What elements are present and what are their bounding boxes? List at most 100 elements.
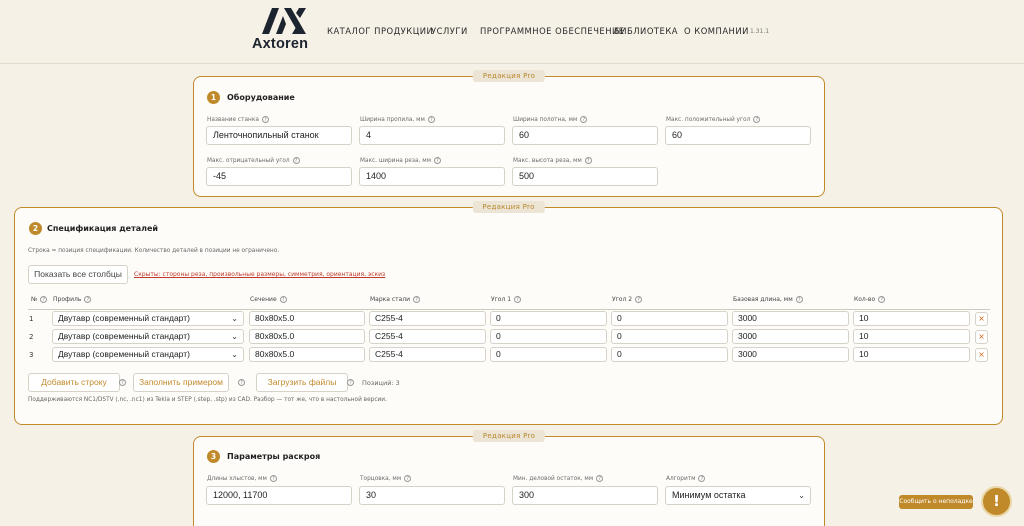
help-icon[interactable]: ?	[514, 296, 522, 303]
steel-grade-input[interactable]: C255-4	[369, 329, 486, 344]
help-icon[interactable]: ?	[238, 379, 245, 386]
help-icon[interactable]: ?	[413, 296, 421, 303]
alert-icon[interactable]: !	[981, 486, 1012, 517]
profile-select[interactable]: Двутавр (современный стандарт) ⌄	[52, 329, 244, 344]
logo-mark-icon	[262, 8, 306, 34]
base-length-input[interactable]: 3000	[732, 347, 849, 362]
help-icon[interactable]: ?	[795, 296, 803, 303]
column-header-steel: Марка стали?	[370, 296, 421, 303]
version-label: 1.31.1	[750, 28, 770, 35]
delete-row-button[interactable]: ×	[975, 312, 988, 326]
nav-catalog[interactable]: КАТАЛОГ ПРОДУКЦИИ	[327, 26, 433, 36]
steel-grade-input[interactable]: C255-4	[369, 347, 486, 362]
steel-grade-input[interactable]: C255-4	[369, 311, 486, 326]
hidden-columns-link[interactable]: Скрыты: стороны реза, произвольные разме…	[134, 271, 385, 278]
angle1-input[interactable]: 0	[490, 311, 607, 326]
field-label: Мин. деловой остаток, мм?	[513, 475, 604, 482]
kerf-width-input[interactable]: 4	[359, 126, 505, 145]
help-icon[interactable]: ?	[269, 475, 277, 482]
section-input[interactable]: 80x80x5.0	[249, 347, 365, 362]
section-input[interactable]: 80x80x5.0	[249, 329, 365, 344]
field-label: Длины хлыстов, мм?	[207, 475, 277, 482]
machine-name-input[interactable]: Ленточнопильный станок	[206, 126, 352, 145]
supported-formats-hint: Поддерживаются NC1/DSTV (.nc, .nc1) из T…	[28, 397, 387, 403]
chevron-down-icon: ⌄	[231, 332, 238, 341]
row-number: 2	[29, 333, 34, 341]
help-icon[interactable]: ?	[261, 116, 269, 123]
pro-badge: Редакция Pro	[472, 201, 545, 213]
step-number: 2	[29, 222, 42, 235]
help-icon[interactable]: ?	[279, 296, 287, 303]
nav-software[interactable]: ПРОГРАММНОЕ ОБЕСПЕЧЕНИЕ	[480, 26, 625, 36]
field-label: Макс. отрицательный угол?	[207, 157, 300, 164]
help-icon[interactable]: ?	[580, 116, 588, 123]
row-number: 3	[29, 351, 34, 359]
specification-card: Редакция Pro 2 Спецификация деталей Стро…	[14, 201, 1003, 425]
quantity-input[interactable]: 10	[853, 329, 970, 344]
report-issue-button[interactable]: Сообщить о неполадке	[899, 495, 973, 509]
angle2-input[interactable]: 0	[611, 347, 728, 362]
help-icon[interactable]: ?	[84, 296, 92, 303]
help-icon[interactable]: ?	[292, 157, 300, 164]
angle1-input[interactable]: 0	[490, 347, 607, 362]
fill-example-button[interactable]: Заполнить примером	[133, 373, 229, 392]
help-icon[interactable]: ?	[347, 379, 354, 386]
stock-lengths-input[interactable]: 12000, 11700	[206, 486, 352, 505]
help-icon[interactable]: ?	[40, 296, 48, 303]
blade-width-input[interactable]: 60	[512, 126, 658, 145]
algorithm-select[interactable]: Минимум остатка ⌄	[665, 486, 811, 505]
max-cut-height-input[interactable]: 500	[512, 167, 658, 186]
column-header-qty: Кол-во?	[854, 296, 886, 303]
show-all-columns-button[interactable]: Показать все столбцы	[28, 265, 128, 284]
help-icon[interactable]: ?	[878, 296, 886, 303]
max-negative-angle-input[interactable]: -45	[206, 167, 352, 186]
nav-services[interactable]: УСЛУГИ	[431, 26, 468, 36]
nav-library[interactable]: БИБЛИОТЕКА	[614, 26, 678, 36]
field-label: Алгоритм?	[666, 475, 706, 482]
column-header-section: Сечение?	[250, 296, 287, 303]
chevron-down-icon: ⌄	[798, 491, 805, 500]
help-icon[interactable]: ?	[119, 379, 126, 386]
logo[interactable]: Axtoren	[252, 8, 316, 54]
pro-badge: Редакция Pro	[472, 70, 546, 82]
help-icon[interactable]: ?	[635, 296, 643, 303]
angle2-input[interactable]: 0	[611, 329, 728, 344]
chevron-down-icon: ⌄	[231, 350, 238, 359]
section-title: Спецификация деталей	[47, 224, 158, 233]
help-icon[interactable]: ?	[427, 116, 435, 123]
positions-count: Позиций: 3	[362, 379, 400, 387]
trim-input[interactable]: 30	[359, 486, 505, 505]
chevron-down-icon: ⌄	[231, 314, 238, 323]
quantity-input[interactable]: 10	[853, 311, 970, 326]
help-icon[interactable]: ?	[698, 475, 706, 482]
field-label: Макс. высота реза, мм?	[513, 157, 592, 164]
pro-badge: Редакция Pro	[472, 430, 546, 442]
max-cut-width-input[interactable]: 1400	[359, 167, 505, 186]
section-input[interactable]: 80x80x5.0	[249, 311, 365, 326]
base-length-input[interactable]: 3000	[732, 311, 849, 326]
help-icon[interactable]: ?	[404, 475, 412, 482]
help-icon[interactable]: ?	[433, 157, 441, 164]
column-header-profile: Профиль?	[53, 296, 92, 303]
min-remnant-input[interactable]: 300	[512, 486, 658, 505]
profile-select[interactable]: Двутавр (современный стандарт) ⌄	[52, 311, 244, 326]
nav-about[interactable]: О КОМПАНИИ	[684, 26, 749, 36]
row-number: 1	[29, 315, 34, 323]
angle1-input[interactable]: 0	[490, 329, 607, 344]
cutting-params-card: Редакция Pro 3 Параметры раскроя Длины х…	[193, 430, 825, 526]
base-length-input[interactable]: 3000	[732, 329, 849, 344]
delete-row-button[interactable]: ×	[975, 330, 988, 344]
add-row-button[interactable]: Добавить строку	[28, 373, 120, 392]
max-positive-angle-input[interactable]: 60	[665, 126, 811, 145]
angle2-input[interactable]: 0	[611, 311, 728, 326]
step-number: 1	[207, 91, 220, 104]
load-files-button[interactable]: Загрузить файлы	[256, 373, 348, 392]
help-icon[interactable]: ?	[596, 475, 604, 482]
field-label: Название станка?	[207, 116, 269, 123]
help-icon[interactable]: ?	[584, 157, 592, 164]
help-icon[interactable]: ?	[753, 116, 761, 123]
delete-row-button[interactable]: ×	[975, 348, 988, 362]
profile-select[interactable]: Двутавр (современный стандарт) ⌄	[52, 347, 244, 362]
quantity-input[interactable]: 10	[853, 347, 970, 362]
section-title: Параметры раскроя	[227, 452, 321, 461]
